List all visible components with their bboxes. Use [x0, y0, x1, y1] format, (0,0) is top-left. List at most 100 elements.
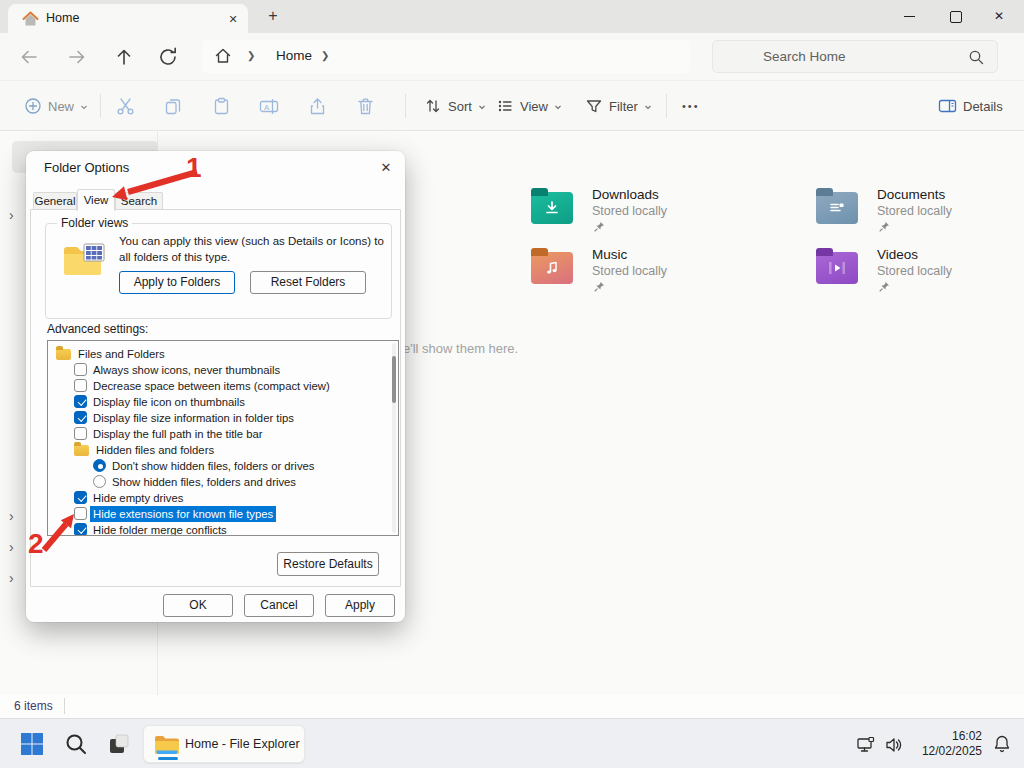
- new-tab-button[interactable]: +: [262, 5, 284, 27]
- back-button[interactable]: [17, 45, 41, 69]
- chevron-down-icon: [80, 103, 88, 111]
- details-icon: [938, 97, 957, 115]
- sort-label: Sort: [448, 99, 472, 114]
- search-icon[interactable]: [968, 49, 985, 66]
- checkbox[interactable]: [74, 395, 87, 408]
- dialog-close-icon[interactable]: ✕: [376, 158, 396, 178]
- advanced-item[interactable]: Display the full path in the title bar: [48, 426, 398, 442]
- scrollbar-thumb[interactable]: [392, 356, 396, 403]
- apply-to-folders-button[interactable]: Apply to Folders: [119, 271, 235, 294]
- network-icon[interactable]: [856, 735, 876, 755]
- pin-icon: [879, 221, 890, 232]
- tab-close-icon[interactable]: ✕: [224, 10, 242, 28]
- checkbox[interactable]: [74, 411, 87, 424]
- tile-documents[interactable]: Documents Stored locally: [816, 187, 1024, 239]
- advanced-item[interactable]: Hide extensions for known file types: [48, 506, 398, 522]
- advanced-item[interactable]: Display file size information in folder …: [48, 410, 398, 426]
- details-button[interactable]: Details: [938, 81, 1003, 131]
- tab-view[interactable]: View: [77, 189, 115, 211]
- advanced-item-label: Hidden files and folders: [96, 442, 214, 458]
- pin-icon: [594, 221, 605, 232]
- filter-button[interactable]: Filter: [585, 81, 652, 131]
- window-close-button[interactable]: [978, 0, 1024, 33]
- volume-icon[interactable]: [884, 735, 904, 755]
- radio-button[interactable]: [93, 459, 106, 472]
- filter-icon: [585, 97, 603, 115]
- radio-button[interactable]: [93, 475, 106, 488]
- search-placeholder: Search Home: [763, 49, 846, 64]
- advanced-item[interactable]: Hide empty drives: [48, 490, 398, 506]
- folder-views-group: You can apply this view (such as Details…: [45, 223, 392, 319]
- file-explorer-label: Home - File Explorer: [185, 737, 300, 751]
- checkbox[interactable]: [74, 363, 87, 376]
- tab-general[interactable]: General: [33, 192, 77, 210]
- taskbar-file-explorer-button[interactable]: Home - File Explorer: [143, 725, 305, 763]
- recent-files-hint: e'll show them here.: [403, 341, 518, 356]
- start-button[interactable]: [20, 732, 44, 756]
- advanced-item-label: Display file size information in folder …: [93, 410, 294, 426]
- sort-button[interactable]: Sort: [424, 81, 486, 131]
- breadcrumb-chevron-icon: ❯: [321, 50, 329, 61]
- address-bar[interactable]: ❯ Home ❯: [202, 40, 690, 73]
- notification-bell-icon[interactable]: [992, 734, 1012, 754]
- advanced-item[interactable]: Display file icon on thumbnails: [48, 394, 398, 410]
- search-input[interactable]: Search Home: [712, 40, 998, 73]
- advanced-item-label: Hide empty drives: [93, 490, 183, 506]
- advanced-item[interactable]: Hide folder merge conflicts: [48, 522, 398, 536]
- tile-downloads[interactable]: Downloads Stored locally: [531, 187, 801, 239]
- sidebar-expand-chevron[interactable]: ›: [9, 539, 14, 555]
- checkbox[interactable]: [74, 507, 87, 520]
- advanced-settings-list[interactable]: Files and FoldersAlways show icons, neve…: [47, 340, 399, 536]
- taskbar-app-icon[interactable]: [107, 732, 131, 756]
- breadcrumb-chevron-icon: ❯: [247, 50, 255, 61]
- checkbox[interactable]: [74, 491, 87, 504]
- breadcrumb-home-icon[interactable]: [214, 47, 232, 65]
- sidebar-expand-chevron[interactable]: ›: [9, 570, 14, 586]
- folder-views-icon: [62, 242, 106, 278]
- tile-subtitle: Stored locally: [877, 264, 952, 278]
- advanced-item[interactable]: Don't show hidden files, folders or driv…: [48, 458, 398, 474]
- forward-button[interactable]: [65, 45, 89, 69]
- apply-button[interactable]: Apply: [325, 594, 395, 617]
- more-label: •••: [682, 100, 700, 112]
- up-button[interactable]: [112, 45, 136, 69]
- reset-folders-button[interactable]: Reset Folders: [250, 271, 366, 294]
- advanced-item[interactable]: Files and Folders: [48, 346, 398, 362]
- clock[interactable]: 16:02 12/02/2025: [922, 729, 982, 759]
- advanced-item[interactable]: Show hidden files, folders and drives: [48, 474, 398, 490]
- maximize-button[interactable]: [932, 0, 978, 33]
- advanced-item[interactable]: Decrease space between items (compact vi…: [48, 378, 398, 394]
- share-icon[interactable]: [308, 97, 327, 116]
- tile-name: Videos: [877, 247, 918, 262]
- sidebar-expand-chevron[interactable]: ›: [9, 207, 14, 223]
- new-icon: [24, 97, 42, 115]
- home-tab-icon: [22, 11, 39, 27]
- breadcrumb-home[interactable]: Home: [276, 48, 312, 63]
- advanced-item[interactable]: Hidden files and folders: [48, 442, 398, 458]
- filter-label: Filter: [609, 99, 638, 114]
- explorer-tab[interactable]: Home ✕: [8, 4, 248, 33]
- refresh-button[interactable]: [156, 45, 180, 69]
- view-button[interactable]: View: [496, 81, 562, 131]
- cancel-button[interactable]: Cancel: [244, 594, 314, 617]
- sidebar-expand-chevron[interactable]: ›: [9, 508, 14, 524]
- more-button[interactable]: •••: [682, 81, 700, 131]
- new-button[interactable]: New: [24, 81, 88, 131]
- copy-icon[interactable]: [164, 97, 183, 116]
- advanced-item[interactable]: Always show icons, never thumbnails: [48, 362, 398, 378]
- tile-music[interactable]: Music Stored locally: [531, 247, 801, 299]
- minimize-button[interactable]: [886, 0, 932, 33]
- checkbox[interactable]: [74, 379, 87, 392]
- paste-icon[interactable]: [212, 97, 231, 116]
- tab-search[interactable]: Search: [115, 192, 163, 210]
- cut-icon[interactable]: [116, 97, 135, 116]
- delete-icon[interactable]: [356, 97, 375, 116]
- tile-videos[interactable]: Videos Stored locally: [816, 247, 1024, 299]
- checkbox[interactable]: [74, 427, 87, 440]
- checkbox[interactable]: [74, 523, 87, 536]
- rename-icon[interactable]: A: [259, 97, 279, 116]
- chevron-down-icon: [478, 103, 486, 111]
- taskbar-search-icon[interactable]: [64, 732, 88, 756]
- ok-button[interactable]: OK: [163, 594, 233, 617]
- restore-defaults-button[interactable]: Restore Defaults: [277, 552, 379, 576]
